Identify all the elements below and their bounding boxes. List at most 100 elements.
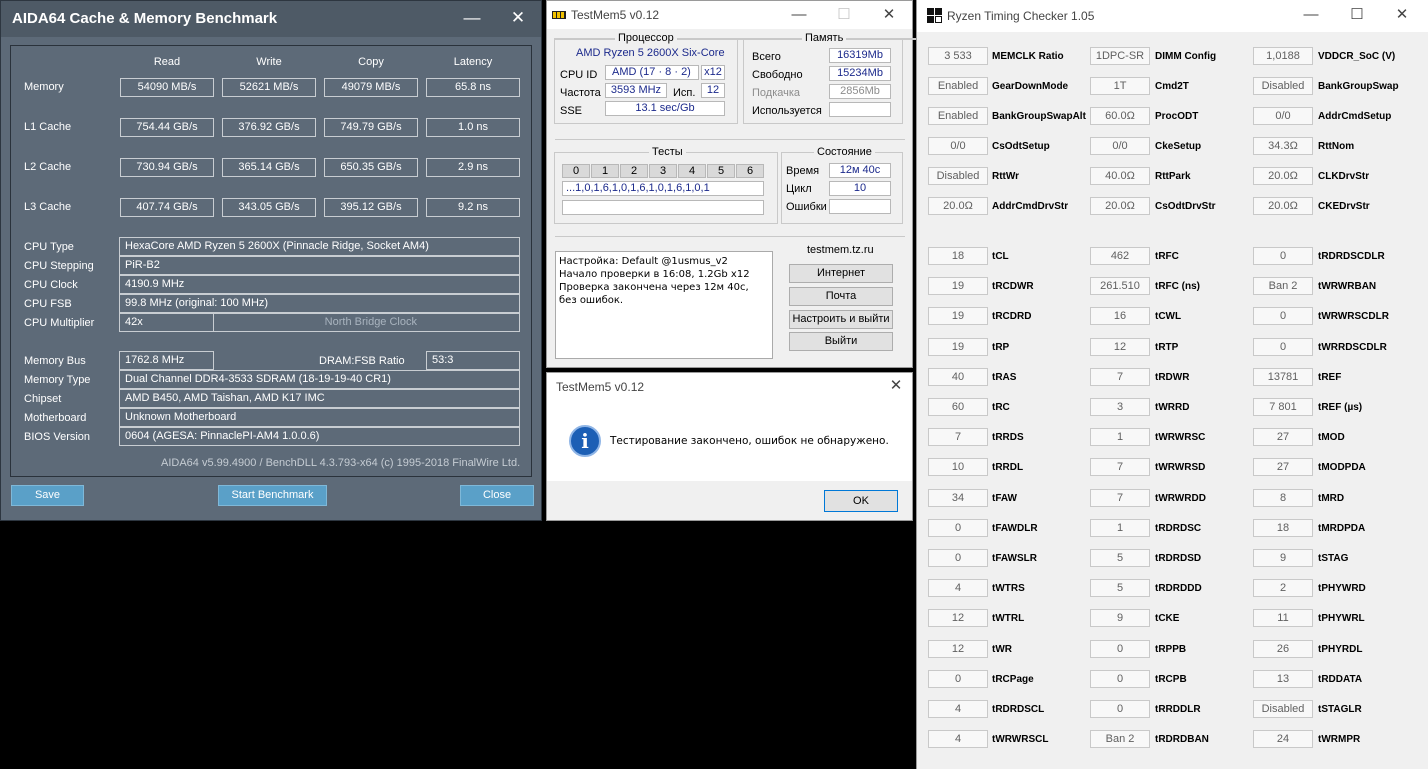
- close-icon[interactable]: ✕: [883, 376, 909, 394]
- timing-value: 11: [1253, 609, 1313, 627]
- close-button[interactable]: Close: [460, 485, 534, 506]
- timing-value: Ban 2: [1253, 277, 1313, 295]
- timing-label: AddrCmdDrvStr: [992, 201, 1069, 212]
- close-icon[interactable]: ✕: [874, 5, 904, 25]
- site-label[interactable]: testmem.tz.ru: [807, 244, 874, 256]
- start-benchmark-button[interactable]: Start Benchmark: [218, 485, 327, 506]
- minimize-button[interactable]: —: [784, 5, 814, 25]
- bench-value: 52621 MB/s: [222, 78, 316, 97]
- internet-button[interactable]: Интернет: [789, 264, 893, 283]
- timing-value: 3 533: [928, 47, 988, 65]
- exit-button[interactable]: Выйти: [789, 332, 893, 351]
- timing-label: tRDRDSCL: [992, 704, 1045, 715]
- timing-label: tPHYWRL: [1318, 613, 1365, 624]
- timing-value: Ban 2: [1090, 730, 1150, 748]
- close-icon[interactable]: ✕: [505, 7, 531, 29]
- bench-value: 749.79 GB/s: [324, 118, 418, 137]
- timing-value: 261.510: [1090, 277, 1150, 295]
- timing-value: 10: [928, 458, 988, 476]
- timing-label: tRFC: [1155, 251, 1179, 262]
- bench-row-label: L1 Cache: [24, 121, 72, 133]
- ok-button[interactable]: OK: [824, 490, 898, 512]
- cpu-multiplier-label: CPU Multiplier: [24, 317, 95, 329]
- message-box: TestMem5 v0.12 ✕ i Тестирование закончен…: [546, 372, 913, 521]
- timing-value: 9: [1090, 609, 1150, 627]
- timing-label: tPHYRDL: [1318, 644, 1363, 655]
- timing-value: 0: [928, 670, 988, 688]
- bench-value: 407.74 GB/s: [120, 198, 214, 217]
- bench-value: 1.0 ns: [426, 118, 520, 137]
- ryzen-timing-checker-window: Ryzen Timing Checker 1.05 — ☐ ✕ 3 533 MEM…: [916, 0, 1428, 769]
- timing-label: tWR: [992, 644, 1012, 655]
- maximize-button[interactable]: ☐: [829, 5, 859, 25]
- aida64-window: AIDA64 Cache & Memory Benchmark — ✕ Read…: [0, 0, 542, 521]
- errors-value: [829, 199, 891, 214]
- aida64-footer: AIDA64 v5.99.4900 / BenchDLL 4.3.793-x64…: [161, 457, 521, 469]
- bench-row-label: L2 Cache: [24, 161, 72, 173]
- timing-value: 0: [1090, 640, 1150, 658]
- test-header: 2: [620, 164, 648, 178]
- cpu-clock-value: 4190.9 MHz: [119, 275, 520, 294]
- minimize-button[interactable]: —: [459, 7, 485, 29]
- timing-label: BankGroupSwapAlt: [992, 111, 1086, 122]
- timing-label: tREF: [1318, 372, 1342, 383]
- timing-value: 1,0188: [1253, 47, 1313, 65]
- minimize-button[interactable]: —: [1296, 4, 1326, 26]
- timing-label: CKEDrvStr: [1318, 201, 1370, 212]
- bench-value: 54090 MB/s: [120, 78, 214, 97]
- timing-label: tWRWRSCL: [992, 734, 1049, 745]
- timing-label: Cmd2T: [1155, 81, 1189, 92]
- close-icon[interactable]: ✕: [1387, 4, 1417, 26]
- timing-value: 34.3Ω: [1253, 137, 1313, 155]
- timing-label: tRRDL: [992, 462, 1024, 473]
- test-progress-bar: [562, 200, 764, 215]
- memory-in-use-label: Используется: [752, 105, 822, 117]
- timing-label: tRRDS: [992, 432, 1024, 443]
- bench-value: 365.14 GB/s: [222, 158, 316, 177]
- timing-label: tRDRDSD: [1155, 553, 1202, 564]
- maximize-button[interactable]: ☐: [1342, 4, 1372, 26]
- timing-label: tMRD: [1318, 493, 1345, 504]
- timing-value: 40.0Ω: [1090, 167, 1150, 185]
- test-log: Настройка: Default @1usmus_v2 Начало про…: [555, 251, 773, 359]
- timing-value: 16: [1090, 307, 1150, 325]
- save-button[interactable]: Save: [11, 485, 84, 506]
- bench-value: 49079 MB/s: [324, 78, 418, 97]
- cpu-type-label: CPU Type: [24, 241, 74, 253]
- timing-label: tRDRDDD: [1155, 583, 1202, 594]
- timing-value: 20.0Ω: [1253, 167, 1313, 185]
- setup-and-exit-button[interactable]: Настроить и выйти: [789, 310, 893, 329]
- bench-value: 343.05 GB/s: [222, 198, 316, 217]
- timing-value: 13: [1253, 670, 1313, 688]
- test-header: 4: [678, 164, 706, 178]
- timing-label: tRDDATA: [1318, 674, 1363, 685]
- timing-label: tFAW: [992, 493, 1017, 504]
- timing-value: 2: [1253, 579, 1313, 597]
- sse-value: 13.1 sec/Gb: [605, 101, 725, 116]
- frequency-value: 3593 MHz: [605, 83, 667, 98]
- ram-chip-icon: [552, 11, 566, 19]
- info-icon: i: [569, 425, 601, 457]
- timing-value: 4: [928, 730, 988, 748]
- timing-value: 18: [1253, 519, 1313, 537]
- bench-value: 376.92 GB/s: [222, 118, 316, 137]
- timing-label: tWRMPR: [1318, 734, 1361, 745]
- errors-label: Ошибки: [786, 201, 827, 213]
- timing-label: tRP: [992, 342, 1010, 353]
- timing-value: 4: [928, 579, 988, 597]
- timing-value: 7: [1090, 489, 1150, 507]
- timing-label: tWRWRSC: [1155, 432, 1206, 443]
- timing-label: RttWr: [992, 171, 1020, 182]
- timing-value: Disabled: [928, 167, 988, 185]
- timing-value: 12: [928, 609, 988, 627]
- timing-value: 24: [1253, 730, 1313, 748]
- timing-value: 20.0Ω: [1090, 197, 1150, 215]
- timing-label: tRDRDBAN: [1155, 734, 1209, 745]
- mail-button[interactable]: Почта: [789, 287, 893, 306]
- bench-value: 395.12 GB/s: [324, 198, 418, 217]
- column-header-write: Write: [256, 56, 282, 68]
- memory-total-value: 16319Mb: [829, 48, 891, 63]
- memory-type-value: Dual Channel DDR4-3533 SDRAM (18-19-19-4…: [119, 370, 520, 389]
- cpu-stepping-value: PiR-B2: [119, 256, 520, 275]
- cpu-fsb-value: 99.8 MHz (original: 100 MHz): [119, 294, 520, 313]
